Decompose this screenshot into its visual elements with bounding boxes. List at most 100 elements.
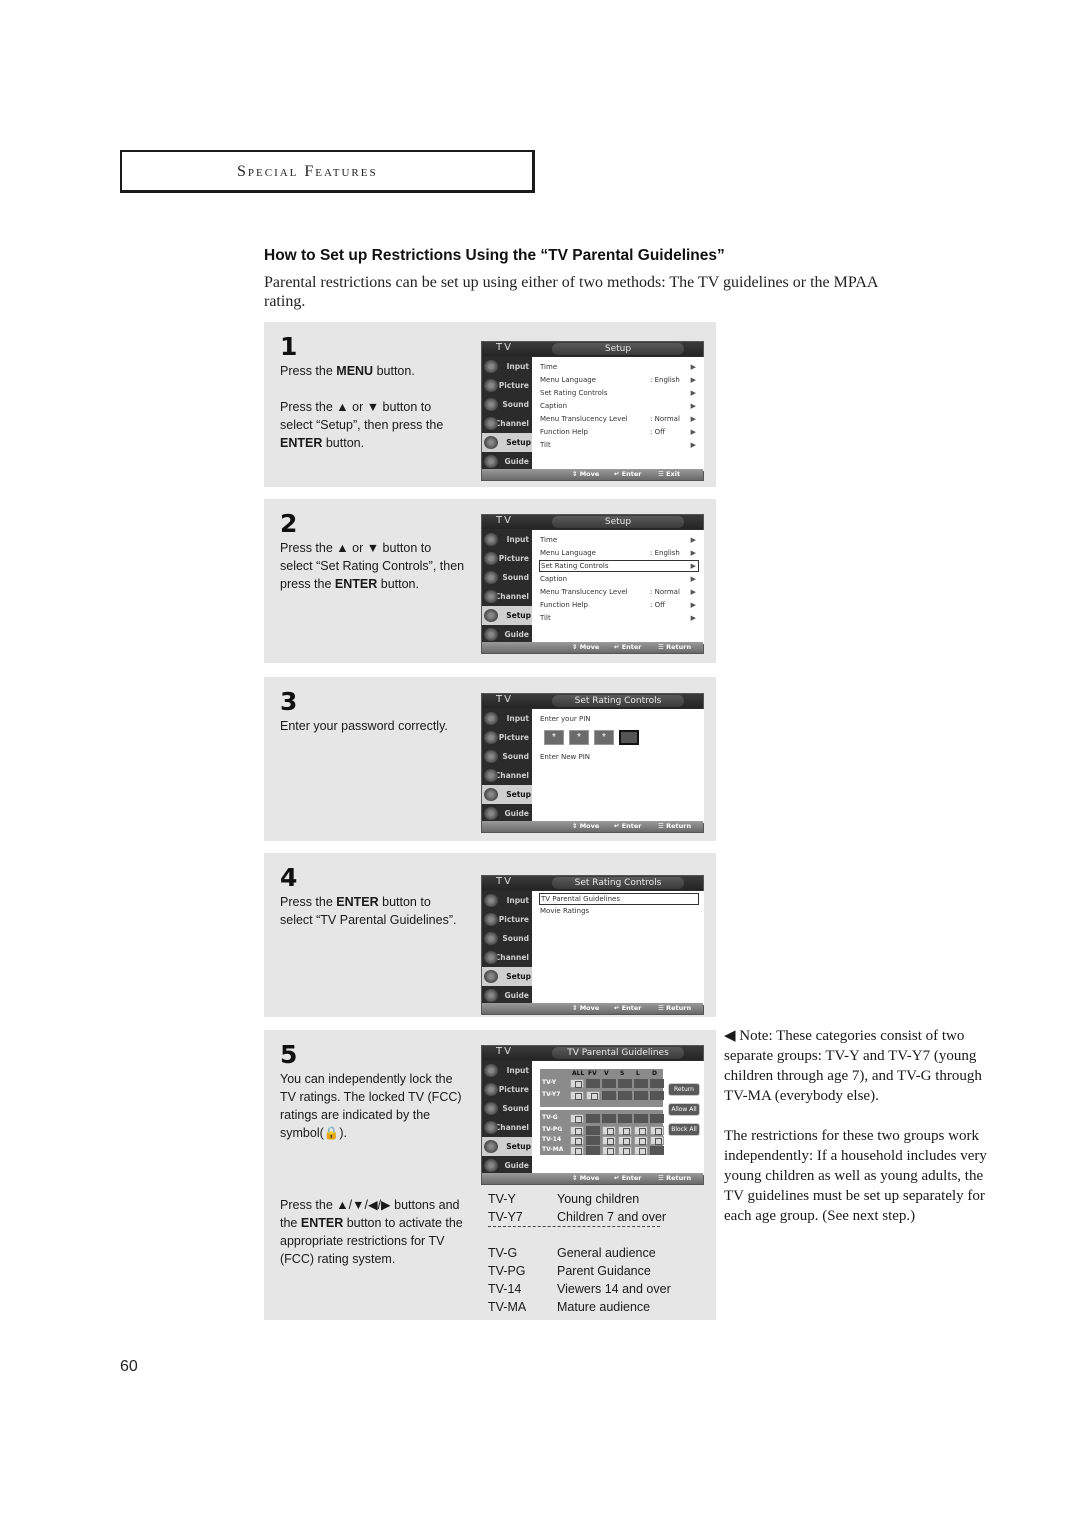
osd-menu-row[interactable]: Menu Language: English ▶ <box>540 547 698 559</box>
osd-sidebar-item-sound[interactable]: Sound <box>482 747 532 766</box>
osd-sidebar-label: Picture <box>498 733 529 742</box>
lock-icon[interactable] <box>634 1126 648 1135</box>
lock-icon[interactable] <box>618 1136 632 1145</box>
unlocked-cell[interactable] <box>634 1091 648 1100</box>
osd-menu-row[interactable]: Function Help: Off ▶ <box>540 426 698 438</box>
unlocked-cell[interactable] <box>650 1114 664 1123</box>
unlocked-cell[interactable] <box>650 1146 664 1155</box>
lock-icon[interactable] <box>602 1136 616 1145</box>
osd-menu-row[interactable]: Time ▶ <box>540 534 698 546</box>
osd-row-label: Set Rating Controls <box>540 389 608 397</box>
osd-sidebar-label: Sound <box>502 400 529 409</box>
pin-digit-field[interactable]: * <box>544 730 564 745</box>
unlocked-cell[interactable] <box>618 1114 632 1123</box>
unlocked-cell[interactable] <box>586 1146 600 1155</box>
bold-keyword: MENU <box>336 364 374 378</box>
osd-tv-label: TV <box>496 1046 513 1057</box>
lock-icon[interactable] <box>634 1136 648 1145</box>
osd-sidebar-item-channel[interactable]: Channel <box>482 587 532 606</box>
lock-icon[interactable] <box>618 1146 632 1155</box>
osd-sidebar-item-channel[interactable]: Channel <box>482 1118 532 1137</box>
osd-sidebar-label: Picture <box>498 915 529 924</box>
osd-menu-row[interactable]: Caption ▶ <box>540 400 698 412</box>
osd-sidebar-item-sound[interactable]: Sound <box>482 1099 532 1118</box>
osd-sidebar-item-channel[interactable]: Channel <box>482 414 532 433</box>
osd-sidebar-label: Sound <box>502 1104 529 1113</box>
lock-icon[interactable] <box>650 1136 664 1145</box>
osd-sidebar-item-setup[interactable]: Setup <box>482 606 534 625</box>
allow-all-button[interactable]: Allow All <box>668 1103 700 1116</box>
pin-digit-field[interactable]: * <box>569 730 589 745</box>
osd-menu-row[interactable]: Tilt ▶ <box>540 612 698 624</box>
unlocked-cell[interactable] <box>618 1079 632 1088</box>
osd-menu-row[interactable]: TV Parental Guidelines <box>539 893 699 905</box>
channel-icon <box>484 1121 498 1134</box>
lock-icon[interactable] <box>650 1126 664 1135</box>
lock-icon[interactable] <box>634 1146 648 1155</box>
osd-sidebar-item-sound[interactable]: Sound <box>482 568 532 587</box>
footer-move: ⇕ Move <box>572 1004 600 1012</box>
rating-description: General audience <box>557 1246 656 1260</box>
osd-menu-row[interactable]: Menu Language: English ▶ <box>540 374 698 386</box>
osd-sidebar-item-input[interactable]: Input <box>482 357 532 376</box>
osd-sidebar-item-picture[interactable]: Picture <box>482 728 532 747</box>
osd-sidebar-item-input[interactable]: Input <box>482 709 532 728</box>
unlocked-cell[interactable] <box>586 1079 600 1088</box>
osd-sidebar-item-picture[interactable]: Picture <box>482 1080 532 1099</box>
osd-sidebar-item-input[interactable]: Input <box>482 891 532 910</box>
unlocked-cell[interactable] <box>586 1126 600 1135</box>
osd-row-value: : English <box>650 549 680 557</box>
osd-menu-row[interactable]: Movie Ratings <box>540 905 698 917</box>
unlocked-cell[interactable] <box>602 1114 616 1123</box>
osd-sidebar-item-setup[interactable]: Setup <box>482 1137 534 1156</box>
osd-sidebar-item-setup[interactable]: Setup <box>482 433 534 452</box>
lock-icon[interactable] <box>570 1079 584 1088</box>
pin-digit-field[interactable]: * <box>594 730 614 745</box>
unlocked-cell[interactable] <box>634 1114 648 1123</box>
return-button[interactable]: Return <box>668 1083 700 1096</box>
osd-sidebar-item-sound[interactable]: Sound <box>482 929 532 948</box>
lock-icon[interactable] <box>570 1126 584 1135</box>
osd-row-label: Menu Translucency Level <box>540 415 628 423</box>
unlocked-cell[interactable] <box>586 1136 600 1145</box>
osd-menu-row[interactable]: Tilt ▶ <box>540 439 698 451</box>
osd-menu-row[interactable]: Caption ▶ <box>540 573 698 585</box>
osd-menu-row[interactable]: Set Rating Controls ▶ <box>540 387 698 399</box>
osd-sidebar-item-setup[interactable]: Setup <box>482 967 534 986</box>
unlocked-cell[interactable] <box>634 1079 648 1088</box>
osd-sidebar-item-picture[interactable]: Picture <box>482 910 532 929</box>
channel-icon <box>484 417 498 430</box>
osd-sidebar-item-setup[interactable]: Setup <box>482 785 534 804</box>
osd-sidebar-item-picture[interactable]: Picture <box>482 376 532 395</box>
unlocked-cell[interactable] <box>650 1079 664 1088</box>
input-icon <box>484 360 498 373</box>
lock-icon[interactable] <box>570 1136 584 1145</box>
lock-icon[interactable] <box>602 1146 616 1155</box>
osd-menu-row[interactable]: Time ▶ <box>540 361 698 373</box>
osd-sidebar-item-input[interactable]: Input <box>482 1061 532 1080</box>
block-all-button[interactable]: Block All <box>668 1123 700 1136</box>
lock-icon[interactable] <box>602 1126 616 1135</box>
osd-menu-row[interactable]: Menu Translucency Level: Normal ▶ <box>540 413 698 425</box>
osd-sidebar-item-channel[interactable]: Channel <box>482 766 532 785</box>
unlocked-cell[interactable] <box>602 1091 616 1100</box>
lock-icon[interactable] <box>618 1126 632 1135</box>
unlocked-cell[interactable] <box>602 1079 616 1088</box>
osd-menu-row[interactable]: Menu Translucency Level: Normal ▶ <box>540 586 698 598</box>
lock-icon[interactable] <box>586 1091 600 1100</box>
unlocked-cell[interactable] <box>650 1091 664 1100</box>
lock-icon[interactable] <box>570 1114 584 1123</box>
unlocked-cell[interactable] <box>586 1114 600 1123</box>
osd-menu-row[interactable]: Set Rating Controls ▶ <box>539 560 699 572</box>
osd-sidebar-item-picture[interactable]: Picture <box>482 549 532 568</box>
osd-sidebar-item-sound[interactable]: Sound <box>482 395 532 414</box>
unlocked-cell[interactable] <box>618 1091 632 1100</box>
osd-sidebar-item-channel[interactable]: Channel <box>482 948 532 967</box>
lock-icon[interactable] <box>570 1146 584 1155</box>
lock-icon[interactable] <box>570 1091 584 1100</box>
pin-digit-field[interactable] <box>619 730 639 745</box>
tv-osd-screen: TV Set Rating Controls Input Picture Sound Ch… <box>481 693 704 833</box>
osd-menu-row[interactable]: Function Help: Off ▶ <box>540 599 698 611</box>
rating-code: TV-PG <box>488 1264 526 1278</box>
osd-sidebar-item-input[interactable]: Input <box>482 530 532 549</box>
